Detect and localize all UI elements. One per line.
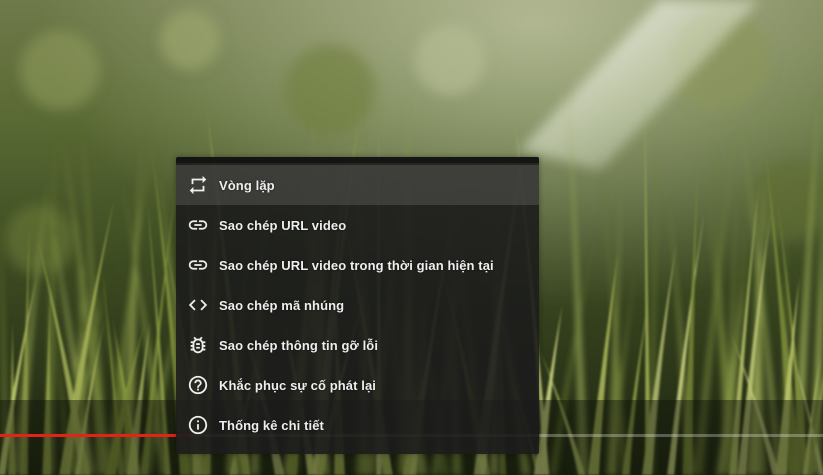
progress-played <box>0 434 190 437</box>
menu-item-copy-debug[interactable]: Sao chép thông tin gỡ lỗi <box>176 325 539 365</box>
link-icon <box>186 253 210 277</box>
video-player[interactable]: Vòng lặp Sao chép URL video Sao chép URL… <box>0 0 823 475</box>
menu-item-label: Thống kê chi tiết <box>219 417 324 433</box>
link-icon <box>186 213 210 237</box>
menu-item-copy-embed[interactable]: Sao chép mã nhúng <box>176 285 539 325</box>
info-icon <box>186 413 210 437</box>
menu-item-label: Sao chép thông tin gỡ lỗi <box>219 337 379 353</box>
menu-item-loop[interactable]: Vòng lặp <box>176 165 539 205</box>
code-icon <box>186 293 210 317</box>
context-menu: Vòng lặp Sao chép URL video Sao chép URL… <box>176 157 539 454</box>
help-icon <box>186 373 210 397</box>
menu-item-label: Sao chép URL video <box>219 217 347 233</box>
menu-item-stats[interactable]: Thống kê chi tiết <box>176 405 539 445</box>
menu-item-label: Sao chép URL video trong thời gian hiện … <box>219 257 494 273</box>
menu-item-troubleshoot[interactable]: Khắc phục sự cố phát lại <box>176 365 539 405</box>
menu-item-label: Sao chép mã nhúng <box>219 297 345 313</box>
menu-item-label: Khắc phục sự cố phát lại <box>219 377 377 393</box>
menu-item-label: Vòng lặp <box>219 177 275 193</box>
bug-icon <box>186 333 210 357</box>
menu-item-copy-url-at-time[interactable]: Sao chép URL video trong thời gian hiện … <box>176 245 539 285</box>
loop-icon <box>186 173 210 197</box>
menu-item-copy-url[interactable]: Sao chép URL video <box>176 205 539 245</box>
